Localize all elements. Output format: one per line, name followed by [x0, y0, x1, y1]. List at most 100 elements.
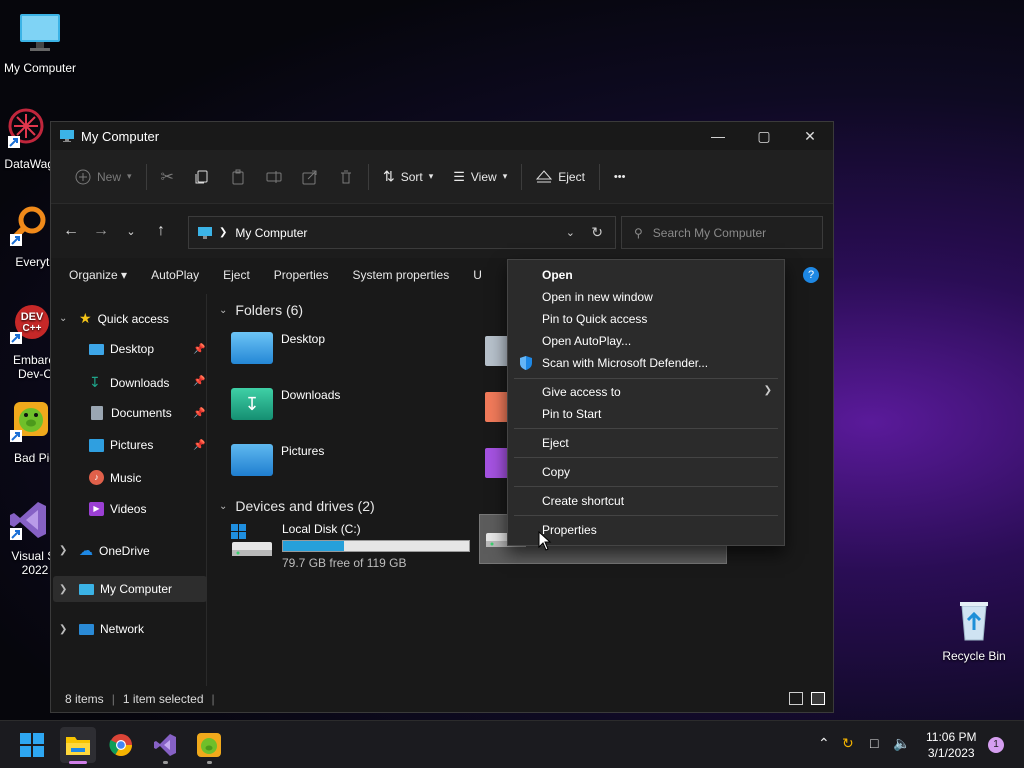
- address-dropdown-icon[interactable]: ⌄: [566, 226, 575, 239]
- menu-eject[interactable]: Eject: [223, 268, 250, 282]
- view-list-icon: ☰: [453, 168, 465, 184]
- menu-item-open-new-window[interactable]: Open in new window: [508, 286, 784, 308]
- sync-status-icon[interactable]: ↻: [842, 735, 854, 752]
- pin-icon[interactable]: 📌: [193, 344, 205, 355]
- breadcrumb[interactable]: My Computer: [235, 226, 307, 240]
- menu-organize[interactable]: Organize ▾: [69, 268, 127, 282]
- context-menu: Open Open in new window Pin to Quick acc…: [507, 259, 785, 546]
- menu-item-open[interactable]: Open: [508, 264, 784, 286]
- taskbar-chrome[interactable]: [105, 729, 137, 761]
- volume-icon[interactable]: 🔈: [893, 735, 910, 752]
- notification-badge[interactable]: 1: [988, 737, 1004, 753]
- desktop-icon-recycle-bin[interactable]: Recycle Bin: [934, 598, 1014, 663]
- breadcrumb-separator-icon: ❯: [219, 227, 228, 238]
- show-hidden-icons-chevron-icon[interactable]: ⌃: [818, 735, 830, 752]
- menu-system-properties[interactable]: System properties: [352, 268, 449, 282]
- minimize-button[interactable]: —: [695, 122, 741, 150]
- videos-folder-icon[interactable]: [485, 448, 509, 478]
- menu-item-eject[interactable]: Eject: [508, 432, 784, 454]
- visual-studio-icon: [154, 734, 176, 756]
- folder-item-downloads[interactable]: ↧ Downloads: [231, 388, 340, 420]
- plus-circle-icon: [75, 169, 91, 184]
- devices-section-header[interactable]: ⌄ Devices and drives (2): [219, 498, 375, 514]
- maximize-button[interactable]: ▢: [741, 122, 787, 150]
- menu-item-create-shortcut[interactable]: Create shortcut: [508, 490, 784, 512]
- sidebar-item-quick-access[interactable]: ⌄ ★ Quick access: [59, 310, 169, 327]
- chevron-down-icon: ▾: [428, 171, 434, 181]
- chevron-down-icon: ⌄: [59, 313, 68, 324]
- title-bar[interactable]: My Computer — ▢ ✕: [51, 122, 833, 150]
- help-icon[interactable]: ?: [803, 267, 819, 283]
- documents-folder-icon[interactable]: [485, 336, 509, 366]
- new-button[interactable]: New ▾: [65, 161, 142, 193]
- clock[interactable]: 11:06 PM 3/1/2023: [926, 729, 976, 761]
- taskbar-file-explorer[interactable]: [60, 727, 96, 764]
- desktop-icon-label: Recycle Bin: [942, 649, 1006, 663]
- item-count: 8 items: [65, 692, 104, 706]
- eject-icon: [536, 169, 553, 182]
- menu-item-open-autoplay[interactable]: Open AutoPlay...: [508, 330, 784, 352]
- cut-button[interactable]: ✂: [151, 161, 184, 193]
- taskbar-visual-studio[interactable]: [149, 729, 181, 764]
- rename-button[interactable]: [256, 161, 292, 193]
- back-button[interactable]: ←: [56, 222, 86, 240]
- refresh-icon[interactable]: ↻: [591, 224, 603, 241]
- large-icons-view-icon[interactable]: [811, 692, 825, 705]
- sidebar-item-pictures[interactable]: Pictures: [89, 438, 153, 452]
- sidebar-item-videos[interactable]: ▶ Videos: [89, 502, 146, 516]
- paste-button[interactable]: [220, 161, 256, 193]
- folder-item-desktop[interactable]: Desktop: [231, 332, 325, 364]
- chevron-right-icon: ❯: [59, 545, 68, 556]
- menu-truncated-item[interactable]: U: [473, 268, 482, 282]
- folders-section-header[interactable]: ⌄ Folders (6): [219, 302, 303, 318]
- address-bar[interactable]: ❯ My Computer ⌄ ↻: [188, 216, 616, 249]
- folder-label: Desktop: [281, 332, 326, 346]
- more-options-button[interactable]: •••: [604, 161, 636, 193]
- eject-button[interactable]: Eject: [526, 161, 595, 193]
- sidebar-item-onedrive[interactable]: ❯ ☁ OneDrive: [59, 542, 150, 559]
- sidebar-item-documents[interactable]: Documents: [89, 406, 172, 420]
- network-icon: [79, 623, 94, 635]
- copy-button[interactable]: [184, 161, 220, 193]
- sidebar-item-label: OneDrive: [99, 543, 150, 558]
- network-status-icon[interactable]: □: [870, 735, 878, 751]
- sidebar-item-downloads[interactable]: ↧ Downloads: [89, 374, 169, 391]
- view-button[interactable]: ☰ View ▾: [443, 161, 517, 193]
- pin-icon[interactable]: 📌: [193, 376, 205, 387]
- drive-item-c[interactable]: Local Disk (C:) 79.7 GB free of 119 GB: [231, 522, 471, 574]
- up-button[interactable]: ↑: [146, 222, 176, 240]
- visual-studio-icon: [10, 502, 46, 540]
- sidebar-item-label: Desktop: [110, 342, 155, 356]
- datawag-icon: [8, 108, 44, 148]
- pin-icon[interactable]: 📌: [193, 440, 205, 451]
- forward-button[interactable]: →: [86, 222, 116, 240]
- delete-button[interactable]: [328, 161, 364, 193]
- menu-properties[interactable]: Properties: [274, 268, 329, 282]
- details-view-icon[interactable]: [789, 692, 803, 705]
- sidebar-item-network[interactable]: ❯ Network: [59, 622, 144, 636]
- music-folder-icon[interactable]: [485, 392, 509, 422]
- menu-separator: [514, 428, 778, 429]
- menu-item-pin-start[interactable]: Pin to Start: [508, 403, 784, 425]
- search-input[interactable]: ⚲ Search My Computer: [621, 216, 823, 249]
- close-button[interactable]: ✕: [787, 122, 833, 150]
- sidebar-item-desktop[interactable]: Desktop: [89, 342, 154, 356]
- menu-item-scan-defender[interactable]: Scan with Microsoft Defender...: [508, 352, 784, 374]
- start-button[interactable]: [16, 729, 48, 761]
- sidebar-item-my-computer[interactable]: ❯ My Computer: [59, 582, 172, 596]
- recent-locations-button[interactable]: ⌄: [116, 225, 146, 238]
- desktop-folder-icon: [231, 332, 273, 364]
- share-button[interactable]: [292, 161, 328, 193]
- menu-item-copy[interactable]: Copy: [508, 461, 784, 483]
- taskbar-bad-piggies[interactable]: [193, 729, 225, 764]
- taskbar: ⌃ ↻ □ 🔈 11:06 PM 3/1/2023 1: [0, 720, 1024, 768]
- sort-button[interactable]: ⇅ Sort ▾: [373, 161, 443, 193]
- pin-icon[interactable]: 📌: [193, 408, 205, 419]
- menu-item-give-access[interactable]: Give access to: [508, 381, 784, 403]
- menu-autoplay[interactable]: AutoPlay: [151, 268, 199, 282]
- menu-item-pin-quick-access[interactable]: Pin to Quick access: [508, 308, 784, 330]
- sidebar-item-music[interactable]: ♪ Music: [89, 470, 141, 485]
- desktop-icon-my-computer[interactable]: My Computer: [0, 10, 80, 75]
- share-icon: [302, 170, 317, 184]
- folder-item-pictures[interactable]: Pictures: [231, 444, 324, 476]
